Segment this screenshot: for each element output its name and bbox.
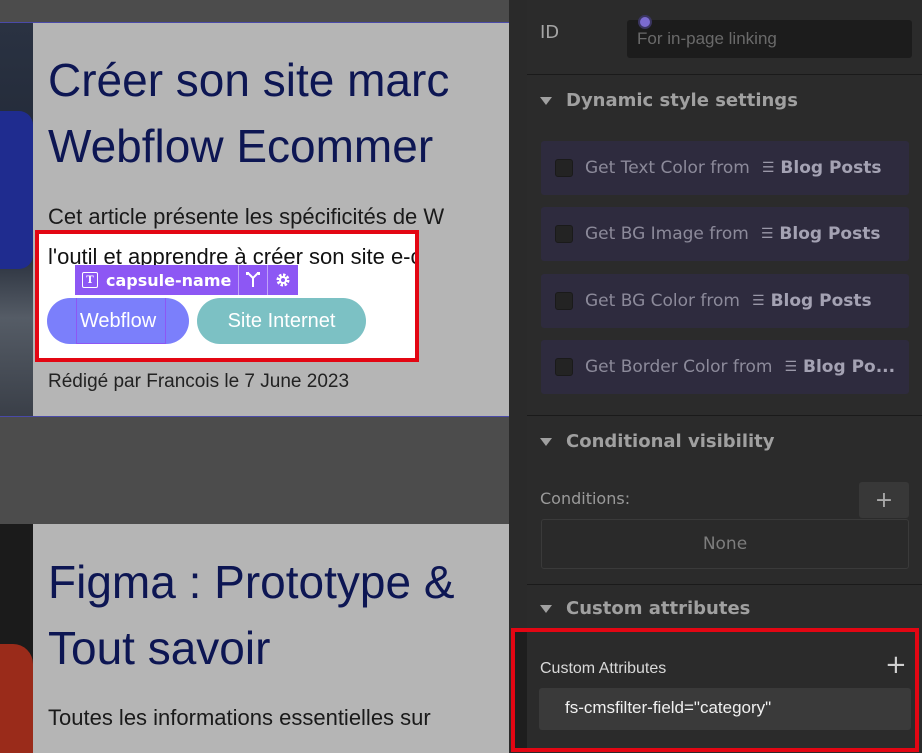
checkbox[interactable] — [555, 225, 573, 243]
card-title-line-2: Tout savoir — [48, 622, 271, 674]
item-label: Get BG Color from — [585, 291, 740, 311]
checkbox[interactable] — [555, 292, 573, 310]
element-name: capsule-name — [106, 270, 232, 290]
divider — [527, 415, 922, 416]
element-label[interactable]: T capsule-name — [75, 265, 238, 295]
selected-element-outline — [76, 298, 166, 344]
item-label: Get Text Color from — [585, 158, 750, 178]
designer-canvas[interactable]: Créer son site marc Webflow Ecommer Cet … — [0, 0, 509, 753]
tag-site-internet[interactable]: Site Internet — [197, 298, 366, 344]
dynamic-style-item[interactable]: Get Border Color from ☰ Blog Po... — [541, 340, 909, 394]
id-label: ID — [540, 22, 560, 43]
card-meta: Rédigé par Francois le 7 June 2023 — [48, 371, 350, 392]
divider — [527, 584, 922, 585]
branch-icon — [246, 272, 261, 287]
database-icon: ☰ — [784, 359, 798, 375]
dynamic-style-item[interactable]: Get Text Color from ☰ Blog Posts — [541, 141, 909, 195]
select-parent-button[interactable] — [238, 265, 267, 295]
caret-down-icon — [540, 96, 552, 105]
thumbnail-shape — [0, 111, 33, 269]
add-condition-button[interactable]: + — [859, 482, 909, 518]
element-settings-button[interactable] — [267, 265, 298, 295]
dynamic-style-item[interactable]: Get BG Color from ☰ Blog Posts — [541, 274, 909, 328]
section-heading: Dynamic style settings — [566, 90, 798, 111]
attribute-entry[interactable]: fs-cmsfilter-field="category" — [539, 688, 911, 730]
add-attribute-button[interactable]: + — [885, 652, 907, 678]
section-heading: Custom attributes — [566, 598, 751, 619]
id-input[interactable]: For in-page linking — [627, 20, 912, 58]
collection-name: Blog Po... — [803, 357, 896, 377]
conditions-label: Conditions: — [540, 489, 631, 508]
database-icon: ☰ — [761, 160, 775, 176]
item-label: Get Border Color from — [585, 357, 773, 377]
section-dynamic-style[interactable]: Dynamic style settings — [540, 90, 798, 111]
dynamic-style-item[interactable]: Get BG Image from ☰ Blog Posts — [541, 207, 909, 261]
text-element-icon: T — [82, 272, 98, 288]
caret-down-icon — [540, 604, 552, 613]
card-thumbnail — [0, 524, 33, 753]
card-description-line-1: Toutes les informations essentielles sur — [48, 705, 431, 730]
panel-scroll-rail — [515, 632, 527, 748]
custom-attributes-box: Custom Attributes + fs-cmsfilter-field="… — [511, 628, 919, 752]
card-title-line-1: Figma : Prototype & — [48, 556, 455, 608]
section-custom-attributes[interactable]: Custom attributes — [540, 598, 750, 619]
item-label: Get BG Image from — [585, 224, 749, 244]
collection-name: Blog Posts — [779, 224, 881, 244]
database-icon: ☰ — [760, 226, 774, 242]
section-conditional-visibility[interactable]: Conditional visibility — [540, 431, 775, 452]
checkbox[interactable] — [555, 159, 573, 177]
divider — [527, 74, 922, 75]
gear-icon — [276, 273, 290, 287]
highlighted-tags-area: l'outil et apprendre à créer son site e-… — [35, 230, 419, 362]
binding-dot-icon[interactable] — [638, 15, 652, 29]
caret-down-icon — [540, 437, 552, 446]
collection-name: Blog Posts — [780, 158, 882, 178]
card-title-line-1: Créer son site marc — [48, 54, 450, 106]
selected-element-badge[interactable]: T capsule-name — [75, 265, 299, 295]
card-thumbnail — [0, 23, 33, 416]
blog-card-2[interactable]: Figma : Prototype & Tout savoir Toutes l… — [0, 524, 509, 753]
database-icon: ☰ — [752, 293, 765, 309]
custom-attributes-title: Custom Attributes — [540, 660, 667, 677]
checkbox[interactable] — [555, 358, 573, 376]
thumbnail-shape — [0, 644, 33, 753]
conditions-empty: None — [541, 519, 909, 569]
section-heading: Conditional visibility — [566, 431, 775, 452]
collection-name: Blog Posts — [770, 291, 872, 311]
card-title-line-2: Webflow Ecommer — [48, 120, 434, 172]
